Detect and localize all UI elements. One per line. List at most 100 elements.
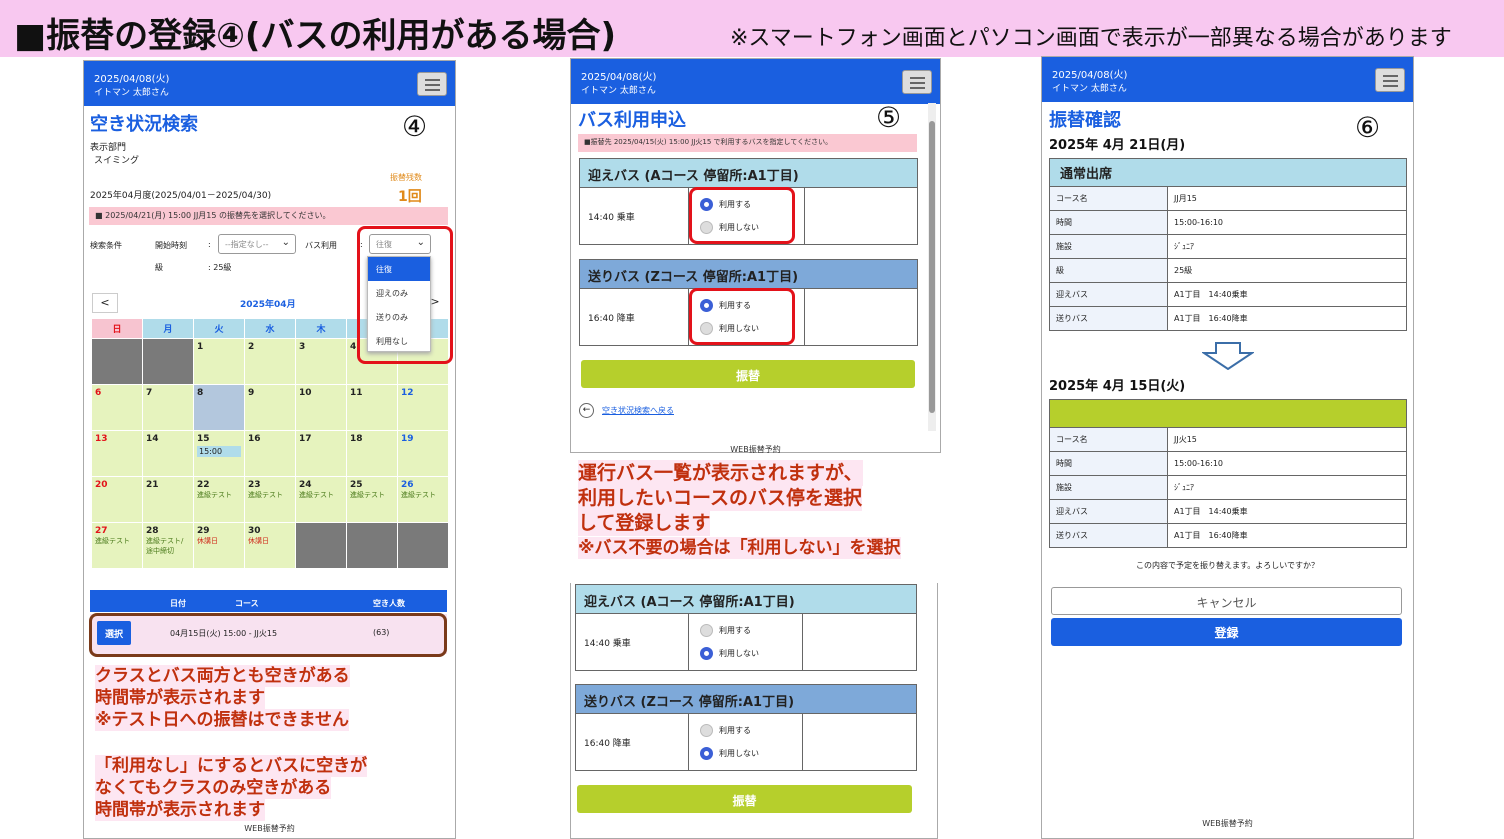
pickup-bus-box-alt: 迎えバス (Aコース 停留所:A1丁目) 14:40 乗車 利用する 利用しない [575, 584, 917, 671]
from-date: 2025年 4月 21日(月) [1049, 138, 1186, 153]
weekday-header: 月 [142, 318, 194, 339]
period-text: 2025年04月度(2025/04/01－2025/04/30) [90, 191, 272, 201]
cal-day[interactable]: 9 [244, 384, 296, 431]
col-course: コース [235, 599, 259, 608]
cal-day[interactable]: 14 [142, 430, 194, 477]
explain-line: ※バス不要の場合は「利用しない」を選択 [578, 537, 901, 559]
pickup-header: 迎えバス (Aコース 停留所:A1丁目) [576, 585, 916, 614]
to-section [1049, 399, 1407, 428]
cal-day[interactable]: 30 休講日 [244, 522, 296, 569]
cal-day[interactable]: 13 [91, 430, 143, 477]
level-label: 級 [155, 263, 163, 272]
cal-day[interactable]: 26 進級テスト [397, 476, 449, 523]
pickup-time: 14:40 乗車 [584, 639, 631, 649]
cal-empty [91, 338, 143, 385]
pickup-time: 14:40 乗車 [588, 213, 635, 223]
transfer-button[interactable]: 振替 [577, 785, 912, 813]
back-link[interactable]: 空き状況検索へ戻る [602, 405, 674, 416]
start-label: 開始時刻 [155, 241, 187, 250]
notice-bar: ■振替先 2025/04/15(火) 15:00 JJ火15 で利用するバスを指… [578, 134, 917, 152]
dropoff-nouse-radio[interactable]: 利用しない [700, 747, 759, 760]
dropoff-header: 送りバス (Zコース 停留所:A1丁目) [580, 260, 917, 289]
explain-line: 時間帯が表示されます [95, 799, 265, 821]
explain-line: 時間帯が表示されます [95, 687, 265, 709]
weekday-header: 木 [295, 318, 347, 339]
explain-line: クラスとバス両方とも空きがある [95, 665, 350, 687]
cal-day[interactable]: 17 [295, 430, 347, 477]
cal-empty [346, 522, 398, 569]
cal-day[interactable]: 23 進級テスト [244, 476, 296, 523]
header-date: 2025/04/08(火) [1052, 70, 1128, 81]
cal-day[interactable]: 20 [91, 476, 143, 523]
page-title: バス利用申込 [578, 110, 686, 131]
register-button[interactable]: 登録 [1051, 618, 1402, 646]
cal-day[interactable]: 11 [346, 384, 398, 431]
hamburger-menu-icon[interactable] [1375, 68, 1405, 92]
cal-day[interactable]: 6 [91, 384, 143, 431]
hamburger-menu-icon[interactable] [902, 70, 932, 94]
cal-day[interactable]: 12 [397, 384, 449, 431]
cal-day[interactable]: 15 15:00 [193, 430, 245, 477]
header-user: イトマン 太郎さん [94, 88, 169, 98]
cal-day[interactable]: 22 進級テスト [193, 476, 245, 523]
cal-day[interactable]: 27 進級テスト [91, 522, 143, 569]
footer: WEB振替予約 [730, 445, 781, 454]
cal-day[interactable]: 2 [244, 338, 296, 385]
cal-day[interactable]: 29 休講日 [193, 522, 245, 569]
to-table: コース名 JJ火15 時間 15:00-16:10 施設 ｼﾞｭﾆｱ 迎えバス A1丁目… [1049, 399, 1407, 548]
dept-label: 表示部門 [90, 143, 127, 153]
col-date: 日付 [170, 599, 186, 608]
cal-slot[interactable]: 15:00 [197, 446, 241, 457]
weekday-header: 火 [193, 318, 245, 339]
cal-day[interactable]: 28 進級テスト/途中締切 [142, 522, 194, 569]
cancel-button[interactable]: キャンセル [1051, 587, 1402, 615]
banner-title: ■振替の登録④(バスの利用がある場合) [14, 16, 616, 56]
pickup-nouse-radio[interactable]: 利用しない [700, 647, 759, 660]
transfer-button[interactable]: 振替 [581, 360, 915, 388]
cal-day[interactable]: 21 [142, 476, 194, 523]
cal-day[interactable]: 18 [346, 430, 398, 477]
highlight-box [357, 226, 453, 364]
dropoff-header: 送りバス (Zコース 停留所:A1丁目) [576, 685, 916, 714]
down-arrow-icon [1202, 342, 1254, 370]
search-label: 検索条件 [90, 241, 122, 250]
dropoff-time: 16:40 降車 [588, 314, 635, 324]
start-time-select[interactable]: --指定なし-- ⌄ [218, 234, 296, 254]
weekday-header: 日 [91, 318, 143, 339]
explain-line: ※テスト日への振替はできません [95, 709, 350, 731]
from-table: 通常出席 コース名 JJ月15 時間 15:00-16:10 施設 ｼﾞｭﾆｱ 級 25… [1049, 158, 1407, 331]
explain-line: して登録します [578, 510, 711, 536]
dropoff-use-radio[interactable]: 利用する [700, 724, 751, 737]
cal-day[interactable]: 7 [142, 384, 194, 431]
step-number: ⑥ [1355, 111, 1381, 144]
step-number: ④ [402, 110, 428, 143]
page-title: 振替確認 [1049, 110, 1121, 131]
banner-note: ※スマートフォン画面とパソコン画面で表示が一部異なる場合があります [730, 26, 1452, 51]
back-circle-icon[interactable]: ← [579, 403, 594, 418]
remaining-label: 振替残数 [390, 173, 422, 182]
hamburger-menu-icon[interactable] [417, 72, 447, 96]
footer: WEB振替予約 [244, 824, 295, 833]
cal-day[interactable]: 10 [295, 384, 347, 431]
dropoff-time: 16:40 降車 [584, 739, 631, 749]
bus-label: バス利用 [305, 241, 337, 250]
cal-day[interactable]: 3 [295, 338, 347, 385]
cal-day[interactable]: 24 進級テスト [295, 476, 347, 523]
pickup-header: 迎えバス (Aコース 停留所:A1丁目) [580, 159, 917, 188]
cal-day[interactable]: 25 進級テスト [346, 476, 398, 523]
weekday-header: 水 [244, 318, 296, 339]
dropoff-bus-box-alt: 送りバス (Zコース 停留所:A1丁目) 16:40 降車 利用する 利用しない [575, 684, 917, 771]
cal-day[interactable]: 1 [193, 338, 245, 385]
dept-value: スイミング [94, 156, 140, 166]
pickup-use-radio[interactable]: 利用する [700, 624, 751, 637]
cal-day[interactable]: 16 [244, 430, 296, 477]
explain-line: 利用したいコースのバス停を選択 [578, 485, 863, 511]
cal-empty [397, 522, 449, 569]
app-header: 2025/04/08(火) イトマン 太郎さん [1042, 57, 1413, 102]
cal-prev-button[interactable]: < [92, 293, 118, 313]
cal-day-today[interactable]: 8 [193, 384, 245, 431]
from-section: 通常出席 [1049, 158, 1407, 187]
cal-day[interactable]: 19 [397, 430, 449, 477]
cal-empty [295, 522, 347, 569]
scrollbar[interactable] [928, 103, 936, 431]
